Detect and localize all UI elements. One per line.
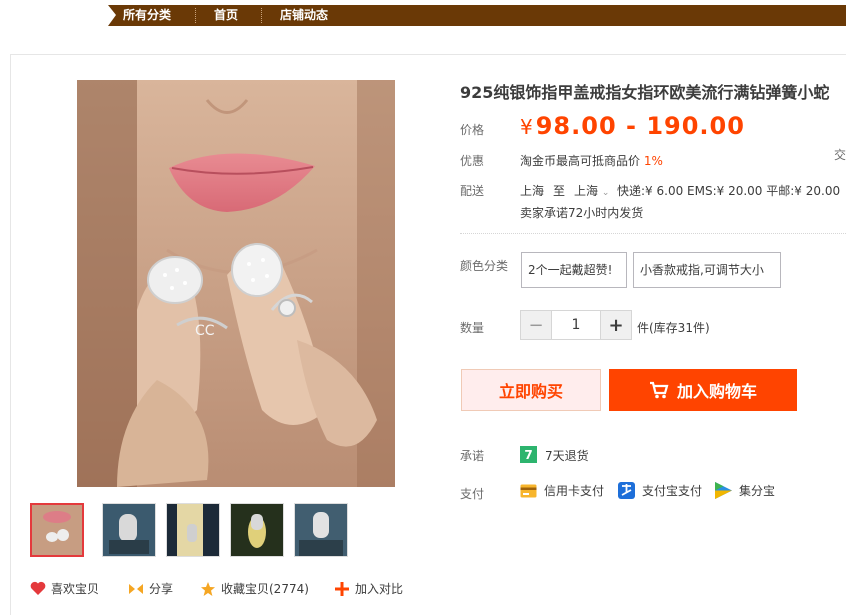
quantity-plus-button[interactable]: + bbox=[601, 311, 631, 339]
shipping-label: 配送 bbox=[460, 184, 485, 198]
main-product-image[interactable]: CC bbox=[77, 80, 395, 487]
promo-description: 淘金币最高可抵商品价 bbox=[520, 154, 641, 168]
promise-text[interactable]: 7天退货 bbox=[545, 447, 589, 464]
shipping-methods: 快递:¥ 6.00 EMS:¥ 20.00 平邮:¥ 20.00 bbox=[617, 184, 841, 198]
quantity-stepper: − 1 + bbox=[520, 310, 632, 340]
price-label: 价格 bbox=[460, 123, 485, 137]
favorite-label: 喜欢宝贝 bbox=[51, 582, 100, 596]
credit-card-label: 信用卡支付 bbox=[544, 484, 605, 498]
promise-label: 承诺 bbox=[460, 449, 485, 463]
compare-button[interactable]: 加入对比 bbox=[334, 580, 403, 597]
payment-jifenbao[interactable]: 集分宝 bbox=[715, 482, 775, 499]
payment-alipay[interactable]: 支付宝支付 bbox=[618, 482, 702, 499]
thumbnail-1[interactable] bbox=[30, 503, 84, 557]
share-icon bbox=[128, 581, 144, 597]
quantity-label: 数量 bbox=[460, 321, 485, 335]
nav-all-categories[interactable]: 所有分类 bbox=[123, 7, 171, 24]
quantity-minus-button[interactable]: − bbox=[521, 311, 551, 339]
price-value: 98.00 - 190.00 bbox=[535, 112, 745, 140]
seven-day-return-icon: 7 bbox=[520, 446, 537, 463]
sku-option-1[interactable]: 2个一起戴超赞! bbox=[521, 252, 627, 288]
share-button[interactable]: 分享 bbox=[128, 580, 173, 597]
buy-now-button[interactable]: 立即购买 bbox=[461, 369, 601, 411]
top-nav: 所有分类 首页 店铺动态 bbox=[108, 5, 846, 26]
promo-label: 优惠 bbox=[460, 154, 485, 168]
heart-icon bbox=[30, 581, 46, 597]
jifenbao-icon bbox=[715, 482, 732, 499]
cart-icon bbox=[649, 381, 669, 399]
ship-to-word: 至 bbox=[553, 184, 566, 198]
nav-shop-updates[interactable]: 店铺动态 bbox=[280, 7, 328, 24]
add-to-cart-label: 加入购物车 bbox=[676, 382, 757, 401]
nav-notch bbox=[108, 5, 116, 26]
divider bbox=[460, 233, 846, 234]
thumbnail-4[interactable] bbox=[230, 503, 284, 557]
collect-button[interactable]: 收藏宝贝(2774) bbox=[200, 580, 309, 597]
svg-text:CC: CC bbox=[195, 323, 215, 339]
nav-separator bbox=[261, 8, 262, 23]
price-range: ¥98.00 - 190.00 bbox=[520, 112, 745, 140]
compare-label: 加入对比 bbox=[355, 582, 404, 596]
sku-option-2[interactable]: 小香款戒指,可调节大小 bbox=[633, 252, 781, 288]
ship-from: 上海 bbox=[520, 184, 545, 198]
thumbnail-5[interactable] bbox=[294, 503, 348, 557]
collect-label: 收藏宝贝(2774) bbox=[221, 582, 309, 596]
ship-to-select[interactable]: 上海 ⌄ bbox=[574, 182, 609, 199]
sku-label: 颜色分类 bbox=[460, 259, 509, 273]
promo-text: 淘金币最高可抵商品价 1% bbox=[520, 152, 663, 169]
share-label: 分享 bbox=[149, 582, 174, 596]
payment-credit-card[interactable]: 信用卡支付 bbox=[520, 482, 604, 499]
thumbnail-2[interactable] bbox=[102, 503, 156, 557]
nav-home[interactable]: 首页 bbox=[214, 7, 238, 24]
stock-info: 件(库存31件) bbox=[637, 321, 710, 335]
payment-label: 支付 bbox=[460, 487, 485, 501]
ship-to-city: 上海 bbox=[574, 184, 599, 198]
thumbnail-3[interactable] bbox=[166, 503, 220, 557]
plus-icon bbox=[334, 581, 350, 597]
credit-card-icon bbox=[520, 482, 537, 499]
quantity-input[interactable]: 1 bbox=[551, 311, 601, 339]
jifenbao-label: 集分宝 bbox=[739, 484, 776, 498]
star-icon bbox=[200, 581, 216, 597]
chevron-down-icon: ⌄ bbox=[601, 188, 610, 198]
favorite-button[interactable]: 喜欢宝贝 bbox=[30, 580, 99, 597]
alipay-icon bbox=[618, 482, 635, 499]
product-title: 925纯银饰指甲盖戒指女指环欧美流行满钻弹簧小蛇 bbox=[460, 83, 830, 102]
currency-symbol: ¥ bbox=[520, 115, 534, 139]
alipay-label: 支付宝支付 bbox=[642, 484, 703, 498]
promo-rate: 1% bbox=[643, 154, 663, 168]
nav-separator bbox=[195, 8, 196, 23]
ship-promise: 卖家承诺72小时内发货 bbox=[520, 206, 644, 220]
truncated-side-text: 交 bbox=[834, 148, 846, 162]
add-to-cart-button[interactable]: 加入购物车 bbox=[609, 369, 797, 411]
